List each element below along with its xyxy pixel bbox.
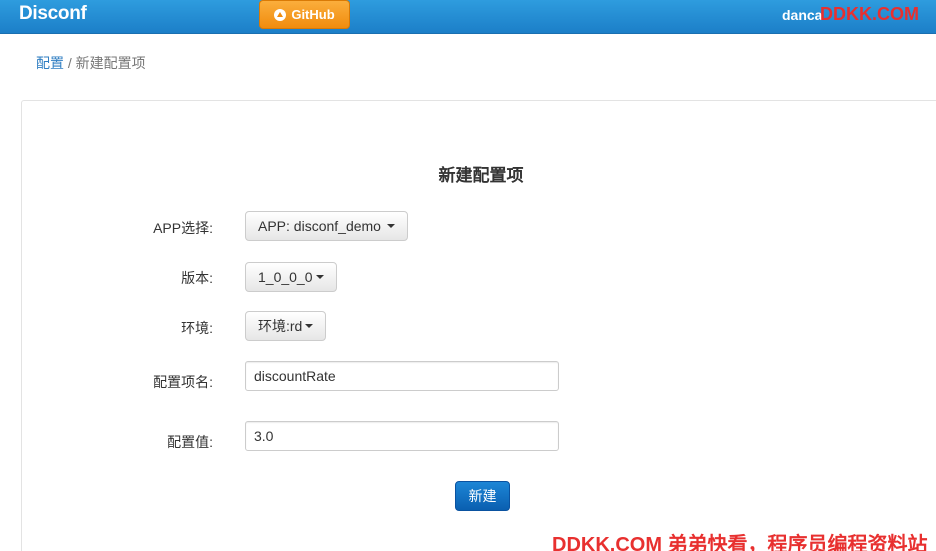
config-key-label: 配置项名: <box>153 374 213 390</box>
env-label: 环境: <box>181 320 213 336</box>
breadcrumb-separator: / <box>64 55 76 71</box>
github-arrow-icon <box>274 8 287 21</box>
breadcrumb-current: 新建配置项 <box>75 55 146 71</box>
watermark-bottom: DDKK.COM 弟弟快看，程序员编程资料站 <box>552 534 928 551</box>
version-dropdown[interactable]: 1_0_0_0 <box>245 262 337 292</box>
create-button[interactable]: 新建 <box>455 481 510 511</box>
config-value-input[interactable] <box>245 421 559 451</box>
app-select-dropdown[interactable]: APP: disconf_demo <box>245 211 408 241</box>
top-navbar: Disconf GitHub danca DDKK.COM <box>0 0 936 34</box>
caret-down-icon <box>386 224 395 228</box>
breadcrumb-link-config[interactable]: 配置 <box>36 55 64 71</box>
env-dropdown[interactable]: 环境:rd <box>245 311 327 341</box>
breadcrumb: 配置 / 新建配置项 <box>36 53 146 73</box>
version-label: 版本: <box>181 270 213 286</box>
env-value: 环境:rd <box>258 318 303 334</box>
app-select-value: APP: disconf_demo <box>258 218 381 234</box>
github-button[interactable]: GitHub <box>259 0 350 29</box>
github-label: GitHub <box>291 7 335 22</box>
config-value-label: 配置值: <box>167 434 213 450</box>
app-select-label: APP选择: <box>153 220 213 236</box>
caret-down-icon <box>305 324 314 328</box>
caret-down-icon <box>315 275 324 279</box>
user-name[interactable]: danca <box>782 7 822 23</box>
watermark-top: DDKK.COM <box>820 4 919 24</box>
version-value: 1_0_0_0 <box>258 269 313 285</box>
page-title: 新建配置项 <box>438 166 524 185</box>
brand-logo[interactable]: Disconf <box>19 3 87 25</box>
config-key-input[interactable] <box>245 361 559 391</box>
